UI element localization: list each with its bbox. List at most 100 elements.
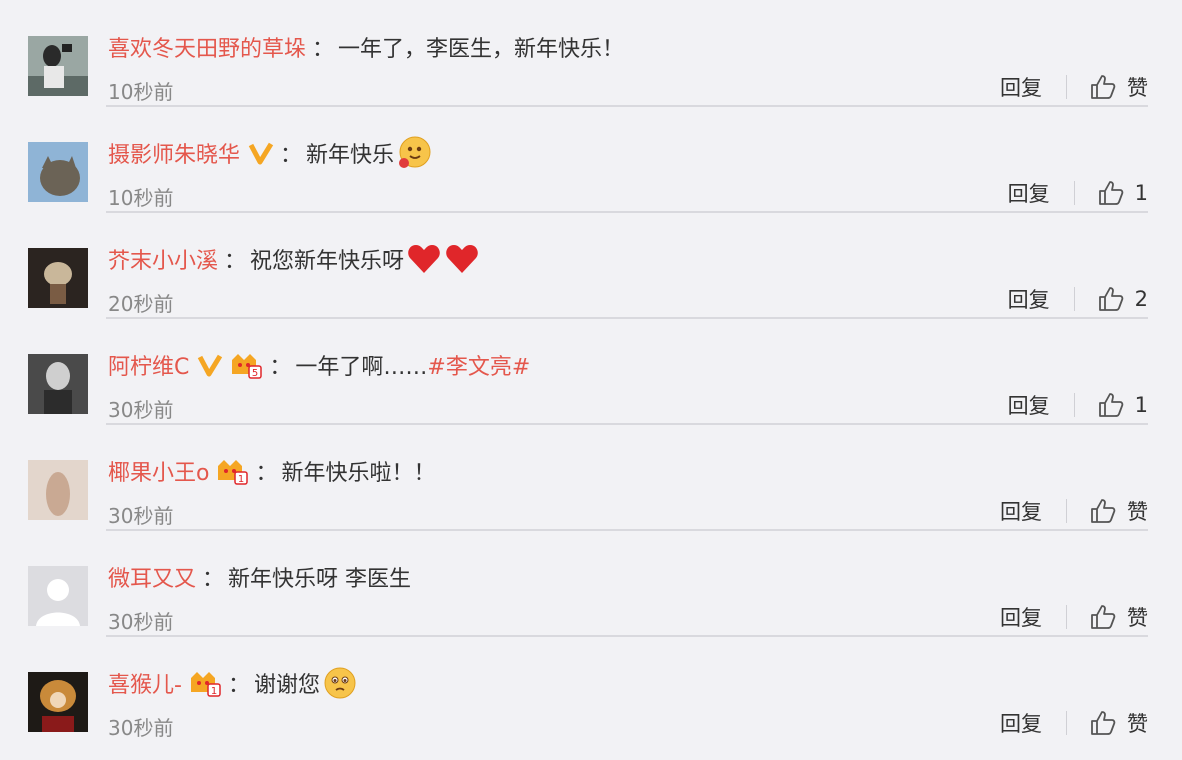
comment-text: 祝您新年快乐呀	[250, 249, 405, 274]
avatar[interactable]	[28, 354, 88, 414]
thumbs-up-icon	[1098, 181, 1123, 205]
colon: ：	[280, 143, 303, 168]
comment-item: 喜猴儿- 1 ： 谢谢您 30秒前 回复 赞	[0, 636, 1182, 742]
avatar[interactable]	[28, 672, 88, 732]
vip-level-badge[interactable]: 1	[215, 456, 249, 486]
like-count: 1	[1134, 181, 1148, 205]
heart-icon	[408, 245, 440, 273]
reply-button[interactable]: 回复	[1008, 390, 1050, 420]
comment-text: 一年了啊……	[295, 355, 428, 380]
comment-actions: 回复 赞	[1000, 708, 1148, 738]
like-label: 赞	[1127, 712, 1148, 736]
pleading-emoji-icon	[324, 667, 356, 699]
timestamp: 30秒前	[108, 610, 174, 634]
username-link[interactable]: 阿柠维C	[108, 349, 189, 381]
crown-icon: 1	[218, 460, 249, 485]
username-link[interactable]: 摄影师朱晓华	[108, 137, 240, 169]
crown-icon: 1	[190, 672, 221, 697]
vip-level: 5	[252, 368, 258, 379]
like-button[interactable]: 1	[1097, 391, 1148, 419]
divider	[1073, 181, 1075, 205]
like-button[interactable]: 2	[1097, 285, 1148, 313]
thumbs-up-icon	[1091, 605, 1116, 629]
thumbs-up-icon	[1091, 711, 1116, 735]
username-link[interactable]: 喜欢冬天田野的草垛	[108, 31, 306, 63]
verified-badge-icon[interactable]	[197, 352, 223, 378]
like-label: 赞	[1127, 76, 1148, 100]
avatar[interactable]	[28, 36, 88, 96]
username-link[interactable]: 椰果小王o	[108, 455, 209, 487]
comment-feed: 喜欢冬天田野的草垛 ： 一年了，李医生，新年快乐！ 10秒前 回复 赞 摄影师朱…	[0, 0, 1182, 760]
like-count: 1	[1134, 393, 1148, 417]
comment-body: 芥末小小溪 ： 祝您新年快乐呀	[108, 242, 480, 276]
vip-level: 1	[238, 474, 244, 485]
like-label: 赞	[1127, 606, 1148, 630]
avatar[interactable]	[28, 142, 88, 202]
like-button[interactable]: 赞	[1089, 602, 1148, 632]
reply-button[interactable]: 回复	[1000, 708, 1042, 738]
comment-body: 阿柠维C 5 ： 一年了啊…… #李文亮#	[108, 348, 530, 382]
comment-item: 阿柠维C 5 ： 一年了啊…… #李文亮# 30秒前 回复 1	[0, 318, 1182, 425]
username-link[interactable]: 芥末小小溪	[108, 243, 218, 275]
thumbs-up-icon	[1098, 393, 1123, 417]
thumbs-up-icon	[1091, 75, 1116, 99]
like-button[interactable]: 赞	[1089, 496, 1148, 526]
reply-button[interactable]: 回复	[1000, 72, 1042, 102]
vip-level-badge[interactable]: 5	[229, 350, 263, 380]
like-button[interactable]: 赞	[1089, 72, 1148, 102]
like-label: 赞	[1127, 500, 1148, 524]
hug-emoji-icon	[399, 136, 431, 168]
comment-text: 一年了，李医生，新年快乐！	[338, 37, 625, 62]
divider	[1066, 711, 1067, 735]
like-button[interactable]: 1	[1097, 179, 1148, 207]
hashtag-link[interactable]: #李文亮#	[427, 349, 530, 381]
comment-item: 喜欢冬天田野的草垛 ： 一年了，李医生，新年快乐！ 10秒前 回复 赞	[0, 0, 1182, 107]
timestamp: 30秒前	[108, 398, 174, 422]
divider	[1073, 287, 1075, 311]
colon: ：	[224, 249, 247, 274]
avatar[interactable]	[28, 248, 88, 308]
timestamp: 30秒前	[108, 504, 174, 528]
vip-level: 1	[211, 686, 217, 697]
comment-item: 摄影师朱晓华 ： 新年快乐 10秒前 回复 1	[0, 106, 1182, 213]
crown-icon: 5	[232, 354, 263, 379]
comment-item: 芥末小小溪 ： 祝您新年快乐呀 20秒前 回复 2	[0, 212, 1182, 319]
reply-button[interactable]: 回复	[1000, 602, 1042, 632]
default-avatar-icon[interactable]	[28, 566, 88, 626]
comment-body: 喜猴儿- 1 ： 谢谢您	[108, 666, 358, 700]
heart-icon	[446, 245, 478, 273]
comment-text: 谢谢您	[253, 673, 320, 698]
comment-actions: 回复 1	[1008, 390, 1148, 420]
comment-body: 椰果小王o 1 ： 新年快乐啦！！	[108, 454, 436, 488]
reply-button[interactable]: 回复	[1008, 284, 1050, 314]
username-link[interactable]: 微耳又又	[108, 561, 196, 593]
comment-actions: 回复 赞	[1000, 72, 1148, 102]
comment-actions: 回复 赞	[1000, 496, 1148, 526]
colon: ：	[227, 673, 250, 698]
comment-text: 新年快乐	[306, 143, 395, 168]
comment-actions: 回复 赞	[1000, 602, 1148, 632]
avatar[interactable]	[28, 460, 88, 520]
username-link[interactable]: 喜猴儿-	[108, 667, 182, 699]
timestamp: 30秒前	[108, 716, 174, 740]
comment-actions: 回复 2	[1008, 284, 1148, 314]
comment-body: 微耳又又 ： 新年快乐呀 李医生	[108, 560, 411, 594]
like-count: 2	[1134, 287, 1148, 311]
timestamp: 10秒前	[108, 80, 174, 104]
comment-text: 新年快乐呀 李医生	[228, 567, 412, 592]
like-button[interactable]: 赞	[1089, 708, 1148, 738]
thumbs-up-icon	[1098, 287, 1123, 311]
divider	[1066, 499, 1067, 523]
comment-actions: 回复 1	[1008, 178, 1148, 208]
divider	[1073, 393, 1075, 417]
reply-button[interactable]: 回复	[1008, 178, 1050, 208]
colon: ：	[312, 37, 335, 62]
verified-badge-icon[interactable]	[248, 140, 274, 166]
comment-item: 椰果小王o 1 ： 新年快乐啦！！ 30秒前 回复 赞	[0, 424, 1182, 531]
thumbs-up-icon	[1091, 499, 1116, 523]
comment-body: 摄影师朱晓华 ： 新年快乐	[108, 136, 432, 170]
divider	[1066, 605, 1067, 629]
vip-level-badge[interactable]: 1	[188, 668, 222, 698]
reply-button[interactable]: 回复	[1000, 496, 1042, 526]
timestamp: 20秒前	[108, 292, 174, 316]
